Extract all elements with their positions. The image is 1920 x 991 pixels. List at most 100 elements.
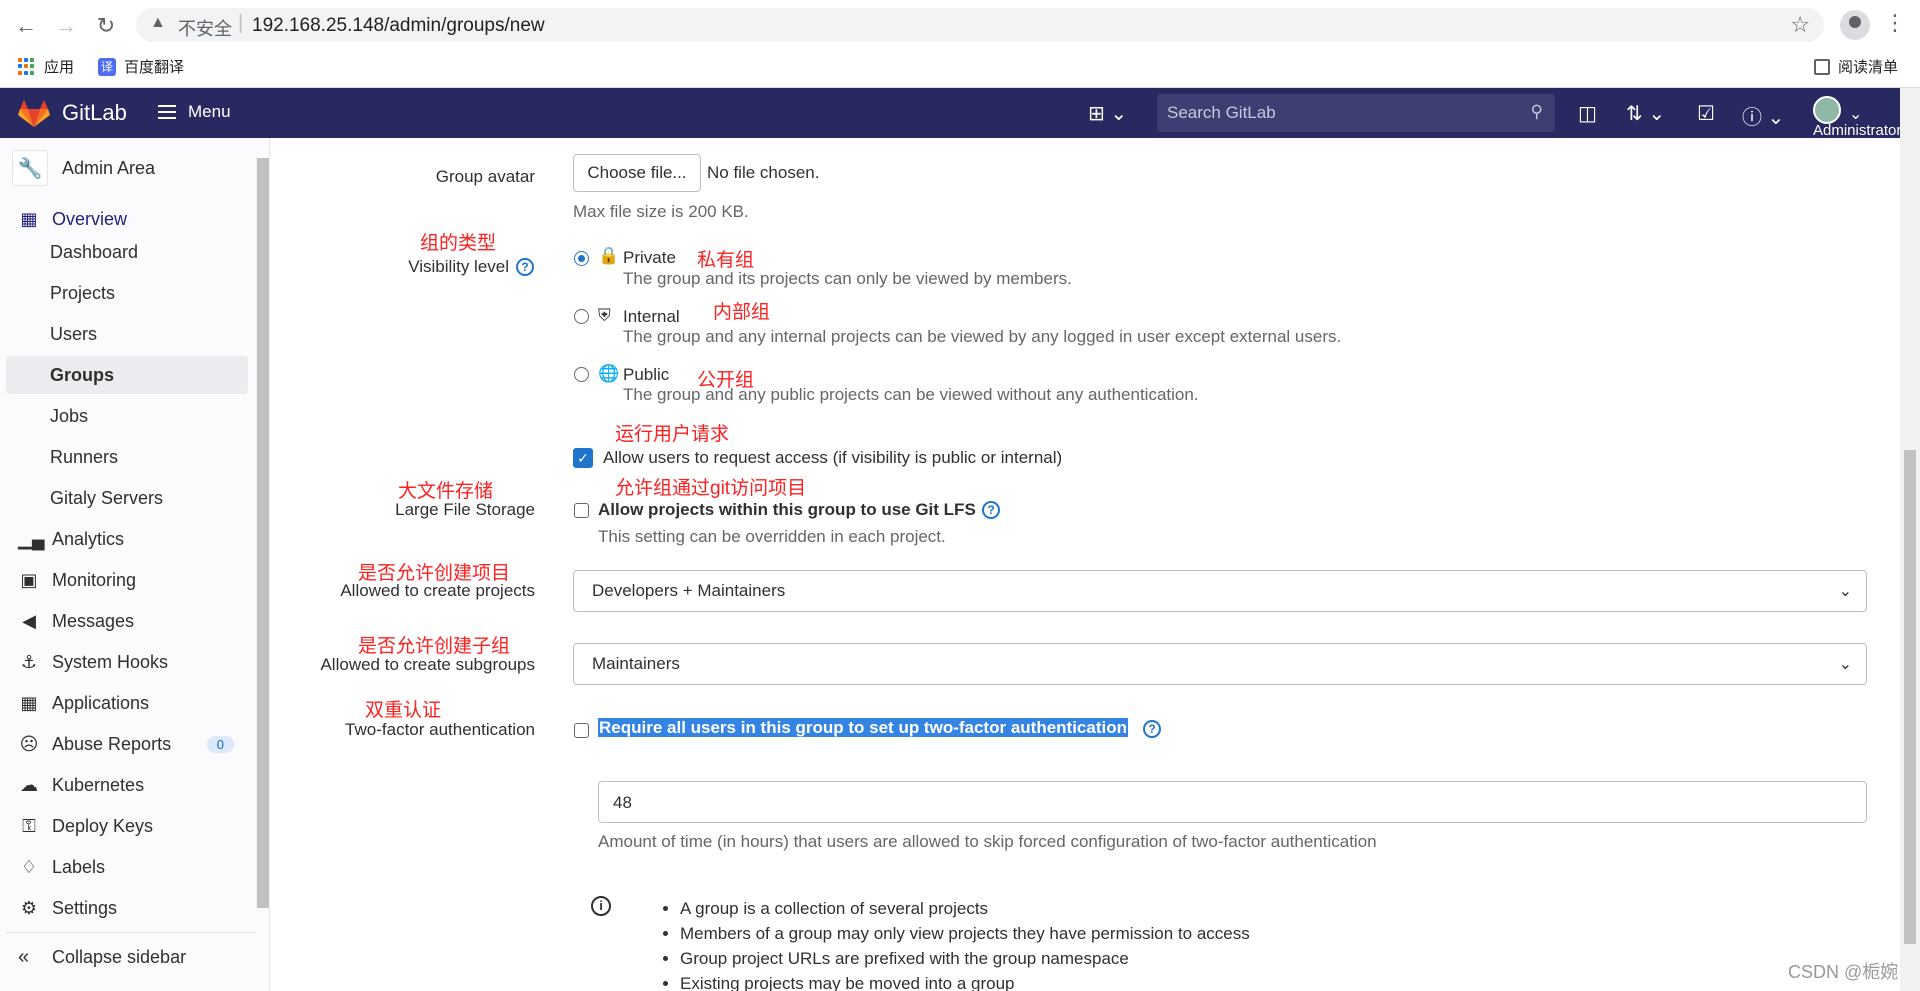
request-access-annotation: 运行用户请求 (615, 424, 730, 445)
sidebar-item-messages[interactable]: ◀ Messages (6, 602, 248, 640)
sidebar-item-runners[interactable]: Runners (6, 438, 248, 476)
visibility-public-label[interactable]: Public (623, 365, 669, 385)
chevron-down-icon[interactable]: ⌄ (1849, 104, 1862, 124)
list-item: Existing projects may be moved into a gr… (680, 971, 1250, 991)
request-access-label[interactable]: Allow users to request access (if visibi… (603, 448, 1062, 468)
list-item: Group project URLs are prefixed with the… (680, 946, 1250, 971)
sidebar-item-system-hooks[interactable]: ⚓ System Hooks (6, 643, 248, 681)
issues-icon[interactable]: ◫ (1578, 101, 1597, 126)
url-text[interactable]: 192.168.25.148/admin/groups/new (252, 15, 545, 37)
list-item: A group is a collection of several proje… (680, 896, 1250, 921)
bookmark-translate[interactable]: 译 百度翻译 (98, 56, 184, 77)
sidebar-item-label: System Hooks (52, 651, 169, 672)
visibility-public-desc: The group and any public projects can be… (623, 385, 1199, 404)
admin-wrench-icon: 🔧 (12, 150, 48, 186)
sidebar-item-groups[interactable]: Groups (6, 356, 248, 394)
visibility-private-label[interactable]: Private (623, 248, 676, 268)
label-icon: ♢ (20, 856, 38, 877)
search-input[interactable]: Search GitLab ⚲ (1157, 94, 1555, 132)
bookmark-translate-label: 百度翻译 (124, 59, 185, 76)
sidebar-item-projects[interactable]: Projects (6, 274, 248, 312)
url-separator: | (238, 12, 244, 34)
hook-icon: ⚓ (20, 651, 38, 672)
sidebar-item-abuse-reports[interactable]: ☹ Abuse Reports 0 (6, 725, 248, 763)
visibility-public-radio[interactable] (574, 367, 589, 382)
lfs-checkbox[interactable] (574, 503, 589, 518)
abuse-icon: ☹ (19, 733, 39, 754)
browser-profile-icon[interactable] (1840, 10, 1870, 40)
lfs-checkbox-label[interactable]: Allow projects within this group to use … (598, 500, 976, 520)
sidebar-header[interactable]: 🔧 Admin Area (12, 144, 155, 192)
address-bar[interactable]: ▲ 不安全 | 192.168.25.148/admin/groups/new … (136, 8, 1824, 42)
sidebar-item-labels[interactable]: ♢ Labels (6, 848, 248, 886)
sidebar-item-label: Gitaly Servers (50, 487, 164, 508)
menu-button[interactable]: Menu (158, 102, 231, 122)
sidebar-scrollbar-thumb[interactable] (257, 158, 269, 908)
two-factor-checkbox[interactable] (574, 723, 589, 738)
todos-icon[interactable]: ☑ (1697, 101, 1715, 126)
visibility-label: Visibility level (408, 257, 509, 276)
search-icon: ⚲ (1530, 102, 1543, 121)
shield-icon: ⛨ (598, 306, 611, 325)
sidebar-item-users[interactable]: Users (6, 315, 248, 353)
page-scrollbar-thumb[interactable] (1904, 450, 1916, 944)
choose-file-button[interactable]: Choose file... (573, 154, 701, 192)
visibility-annotation: 组的类型 (420, 233, 497, 254)
merge-requests-icon[interactable]: ⇅ ⌄ (1626, 101, 1665, 126)
key-icon: ⚿ (22, 815, 36, 836)
visibility-help-icon[interactable]: ? (516, 258, 534, 276)
lfs-help-icon[interactable]: ? (982, 501, 1000, 519)
reading-list-label: 阅读清单 (1838, 59, 1899, 76)
gitlab-header: GitLab Menu ⊞ ⌄ Search GitLab ⚲ ◫ ⇅ ⌄ ☑ … (0, 88, 1901, 139)
collapse-sidebar-button[interactable]: « Collapse sidebar (6, 932, 256, 982)
sidebar-item-dashboard[interactable]: Dashboard (6, 233, 248, 271)
private-annotation: 私有组 (697, 250, 755, 271)
create-subgroups-value: Maintainers (592, 654, 680, 673)
sidebar-item-label: Kubernetes (52, 774, 145, 795)
sidebar-item-label: Runners (50, 446, 119, 467)
sidebar-item-jobs[interactable]: Jobs (6, 397, 248, 435)
gitlab-brand[interactable]: GitLab (62, 100, 127, 126)
group-info-list: A group is a collection of several proje… (658, 896, 1250, 991)
sidebar-scrollbar[interactable] (256, 158, 270, 908)
list-item: Members of a group may only view project… (680, 921, 1250, 946)
sidebar-item-kubernetes[interactable]: ☁ Kubernetes (6, 766, 248, 804)
gitlab-logo-icon[interactable] (18, 100, 50, 128)
create-projects-select[interactable]: Developers + Maintainers ⌄ (573, 570, 1867, 612)
messages-icon: ◀ (22, 610, 36, 631)
sidebar-item-analytics[interactable]: ▁▄ Analytics (6, 520, 248, 558)
request-access-checkbox[interactable]: ✓ (573, 448, 593, 468)
two-factor-grace-input[interactable]: 48 (598, 781, 1867, 823)
bookmark-star-icon[interactable]: ☆ (1790, 12, 1810, 38)
visibility-internal-radio[interactable] (574, 309, 589, 324)
insecure-label: 不安全 (178, 19, 232, 39)
sidebar-item-label: Messages (52, 610, 135, 631)
visibility-private-radio[interactable] (574, 251, 589, 266)
bookmark-apps[interactable]: 应用 (18, 56, 74, 77)
two-factor-checkbox-label[interactable]: Require all users in this group to set u… (598, 718, 1128, 738)
sidebar-item-monitoring[interactable]: ▣ Monitoring (6, 561, 248, 599)
sidebar-item-deploy-keys[interactable]: ⚿ Deploy Keys (6, 807, 248, 845)
main-content: Group avatar Choose file... No file chos… (275, 138, 1900, 991)
back-icon[interactable]: ← (12, 12, 40, 40)
create-subgroups-annotation: 是否允许创建子组 (358, 636, 511, 657)
sidebar-item-applications[interactable]: ▦ Applications (6, 684, 248, 722)
two-factor-help-icon[interactable]: ? (1143, 720, 1161, 738)
settings-icon: ⚙ (20, 897, 38, 918)
page-scrollbar[interactable] (1900, 88, 1920, 991)
new-item-icon[interactable]: ⊞ ⌄ (1088, 101, 1127, 126)
create-subgroups-select[interactable]: Maintainers ⌄ (573, 643, 1867, 685)
help-icon[interactable]: ⓘ ⌄ (1742, 101, 1784, 130)
overview-icon: ▦ (20, 208, 38, 229)
user-avatar[interactable] (1813, 96, 1841, 124)
analytics-icon: ▁▄ (18, 528, 45, 549)
sidebar-item-gitaly-servers[interactable]: Gitaly Servers (6, 479, 248, 517)
sidebar-item-settings[interactable]: ⚙ Settings (6, 889, 248, 927)
globe-icon: 🌐 (598, 364, 620, 383)
browser-menu-icon[interactable]: ⋮ (1884, 10, 1906, 36)
reload-icon[interactable]: ↻ (92, 12, 120, 40)
forward-icon[interactable]: → (52, 12, 80, 40)
sidebar-item-label: Labels (52, 856, 106, 877)
visibility-internal-label[interactable]: Internal (623, 307, 680, 327)
reading-list[interactable]: 阅读清单 (1814, 56, 1898, 77)
